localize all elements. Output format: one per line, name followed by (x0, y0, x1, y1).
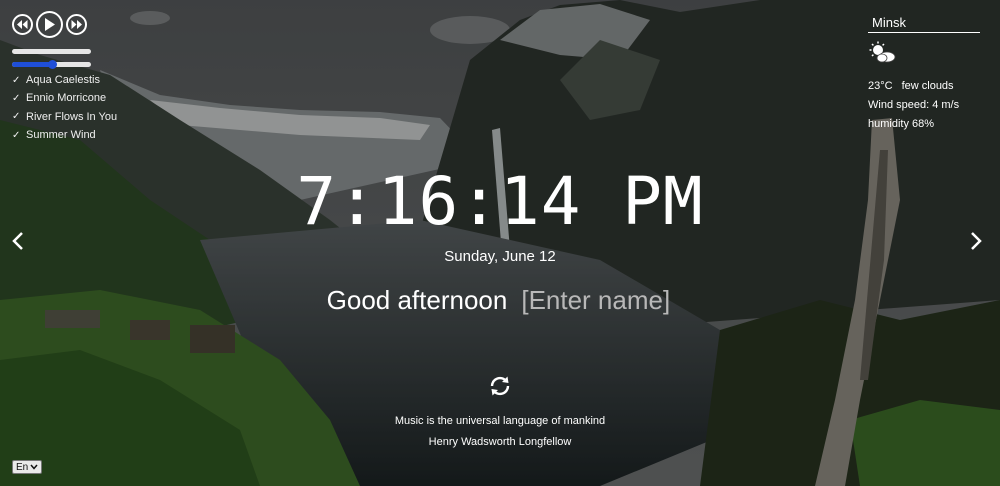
playlist: ✓ Aqua Caelestis ✓ Ennio Morricone ✓ River Fl… (12, 71, 117, 144)
language-selected: En (16, 461, 29, 473)
language-select[interactable]: En (12, 460, 42, 474)
wind-speed: Wind speed: 4 m/s (868, 99, 960, 111)
fast-forward-button[interactable] (66, 14, 87, 35)
name-input[interactable] (521, 285, 674, 316)
playlist-item[interactable]: ✓ Ennio Morricone (12, 89, 117, 107)
check-icon: ✓ (12, 111, 21, 123)
fast-forward-icon (71, 20, 82, 29)
clock-date: Sunday, June 12 (444, 248, 556, 265)
weather-widget: 23°C few clouds Wind speed: 4 m/s humidi… (868, 12, 980, 130)
volume-thumb[interactable] (47, 60, 57, 69)
playlist-item[interactable]: ✓ Aqua Caelestis (12, 71, 117, 89)
quote-text: Music is the universal language of manki… (394, 415, 606, 427)
playlist-item[interactable]: ✓ Summer Wind (12, 126, 117, 144)
play-button[interactable] (36, 11, 63, 38)
check-icon: ✓ (12, 129, 21, 141)
check-icon: ✓ (12, 74, 21, 86)
audio-player: ✓ Aqua Caelestis ✓ Ennio Morricone ✓ River Fl… (12, 11, 117, 144)
volume-slider[interactable] (12, 60, 91, 69)
rewind-icon (17, 20, 28, 29)
quote-author: Henry Wadsworth Longfellow (428, 436, 572, 448)
clock-time: 7:16:14 PM (296, 163, 704, 240)
refresh-quote-icon[interactable] (488, 374, 512, 398)
playlist-item-title: Aqua Caelestis (26, 74, 100, 87)
greeting-text: Good afternoon (326, 285, 508, 315)
temperature: 23°C (868, 80, 893, 92)
background-image (0, 0, 1000, 486)
track-progress-bar[interactable] (12, 49, 91, 54)
weather-summary: 23°C few clouds (868, 80, 980, 92)
check-icon: ✓ (12, 92, 21, 104)
playlist-item[interactable]: ✓ River Flows In You (12, 108, 117, 126)
city-input[interactable] (868, 12, 980, 33)
playlist-item-title: Ennio Morricone (26, 92, 107, 105)
greeting: Good afternoon (0, 285, 1000, 316)
next-background-button[interactable] (968, 231, 984, 251)
weather-description: few clouds (901, 80, 954, 92)
humidity: humidity 68% (868, 118, 935, 130)
play-icon (45, 18, 55, 31)
few-clouds-icon (869, 41, 896, 63)
chevron-down-icon (30, 464, 38, 470)
player-controls (12, 11, 117, 38)
volume-fill (12, 62, 52, 67)
playlist-item-title: River Flows In You (26, 110, 118, 123)
rewind-button[interactable] (12, 14, 33, 35)
playlist-item-title: Summer Wind (26, 129, 96, 142)
previous-background-button[interactable] (10, 231, 26, 251)
